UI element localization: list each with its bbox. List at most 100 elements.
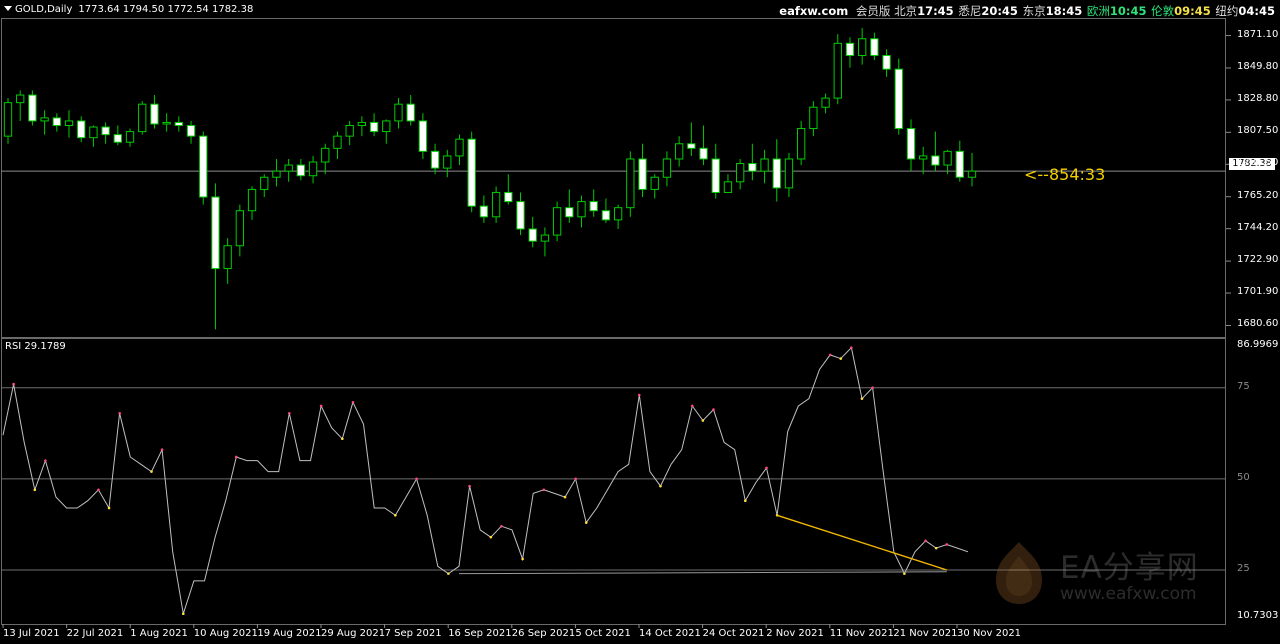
- candle-body: [882, 54, 891, 70]
- candle-body: [735, 163, 745, 183]
- price-tick-label: 1871.10: [1237, 28, 1279, 40]
- rsi-high-marker: [351, 401, 355, 404]
- price-tick-label: 1765.20: [1237, 189, 1279, 201]
- newyork-label: 纽约: [1215, 4, 1239, 18]
- candle-body: [3, 102, 13, 137]
- candle-body: [125, 131, 135, 143]
- date-tick-label: 29 Aug 2021: [321, 628, 386, 639]
- candle-body: [272, 170, 281, 178]
- collapse-triangle-icon[interactable]: [4, 6, 12, 11]
- candle-body: [491, 191, 501, 218]
- price-tick-label: 1744.20: [1237, 221, 1279, 233]
- beijing-label: 北京: [894, 4, 918, 18]
- watermark-logo-icon: [996, 542, 1042, 604]
- watermark: EA分享网 www.eafxw.com: [988, 540, 1248, 610]
- rsi-low-marker: [839, 357, 843, 360]
- candle-body: [552, 207, 562, 236]
- candle-body: [967, 170, 977, 178]
- newyork-time: 04:45: [1238, 4, 1275, 18]
- candle-body: [601, 210, 611, 221]
- rsi-low-marker: [107, 506, 111, 510]
- candle-body: [674, 143, 684, 160]
- candle-body: [443, 155, 452, 169]
- date-tick-label: 30 Nov 2021: [957, 628, 1022, 639]
- candle-body: [772, 158, 781, 189]
- price-tick-label: 1828.80: [1237, 92, 1279, 104]
- candle-body: [138, 103, 147, 133]
- candle-body: [516, 201, 525, 230]
- rsi-low-marker: [860, 397, 864, 400]
- date-tick-label: 24 Oct 2021: [702, 628, 765, 639]
- watermark-text: EA分享网: [1060, 550, 1199, 586]
- candle-body: [394, 103, 403, 122]
- date-tick-label: 13 Jul 2021: [3, 628, 60, 639]
- candle-body: [406, 103, 415, 122]
- candle-body: [418, 120, 428, 152]
- date-tick-label: 1 Aug 2021: [130, 628, 188, 639]
- rsi-high-marker: [924, 539, 927, 543]
- candle-body: [113, 134, 122, 143]
- date-tick-label: 26 Sep 2021: [511, 628, 576, 639]
- candle-body: [650, 176, 659, 190]
- rsi-high-marker: [118, 411, 121, 415]
- rsi-divergence-line: [776, 514, 948, 571]
- rsi-low-marker: [584, 521, 588, 524]
- candle-body: [565, 207, 574, 218]
- date-tick-label: 22 Jul 2021: [66, 628, 124, 639]
- sydney-label: 悉尼: [958, 4, 982, 18]
- london-time: 09:45: [1174, 4, 1211, 18]
- rsi-low-marker: [659, 484, 662, 488]
- tokyo-time: 18:45: [1045, 4, 1083, 18]
- candle-body: [235, 210, 245, 247]
- symbol-label: GOLD,Daily: [15, 4, 73, 15]
- chart-window[interactable]: GOLD,Daily 1773.64 1794.50 1772.54 1782.3…: [0, 0, 1280, 644]
- rsi-high-marker: [234, 455, 238, 459]
- candle-body: [455, 138, 464, 157]
- date-tick-label: 2 Nov 2021: [766, 628, 824, 639]
- europe-time: 10:45: [1109, 4, 1147, 18]
- candle-body: [504, 191, 513, 203]
- candle-body: [369, 121, 379, 133]
- candle-body: [528, 228, 537, 242]
- candle-body: [467, 138, 476, 207]
- candle-body: [784, 158, 794, 189]
- date-tick-label: 11 Nov 2021: [829, 628, 894, 639]
- candle-body: [687, 143, 696, 149]
- world-clock-bar: eafxw.com 会员版 北京17:45 悉尼20:45 东京18:45 欧洲…: [779, 3, 1276, 19]
- rsi-high-marker: [828, 353, 832, 357]
- rsi-high-marker: [12, 382, 15, 386]
- rsi-high-marker: [945, 543, 949, 546]
- rsi-high-marker: [712, 408, 715, 411]
- symbol-header: GOLD,Daily 1773.64 1794.50 1772.54 1782.3…: [4, 4, 253, 15]
- date-tick-label: 21 Nov 2021: [893, 628, 958, 639]
- rsi-high-marker: [637, 393, 641, 397]
- candle-body: [833, 42, 842, 99]
- rsi-high-marker: [468, 484, 471, 488]
- rsi-high-marker: [542, 488, 546, 492]
- price-tick-label: 1849.80: [1237, 60, 1279, 72]
- member-label: 会员版: [855, 4, 891, 18]
- candle-body: [845, 42, 855, 56]
- price-tick-label: 1722.90: [1237, 254, 1279, 266]
- rsi-low-marker: [744, 499, 747, 503]
- candle-body: [748, 163, 757, 172]
- rsi-low-marker: [701, 419, 705, 422]
- rsi-tick-label: 75: [1237, 380, 1250, 392]
- date-tick-label: 19 Aug 2021: [257, 628, 322, 639]
- candle-body: [40, 117, 49, 122]
- candle-body: [223, 245, 232, 270]
- rsi-low-marker: [341, 437, 344, 441]
- candle-body: [28, 94, 37, 122]
- rsi-low-marker: [521, 557, 524, 561]
- europe-label: 欧洲: [1086, 4, 1110, 18]
- date-tick-label: 16 Sep 2021: [448, 628, 512, 639]
- candle-body: [858, 38, 867, 56]
- sydney-time: 20:45: [981, 4, 1018, 18]
- rsi-high-marker: [44, 459, 47, 462]
- candle-body: [64, 120, 74, 126]
- candle-body: [626, 158, 635, 209]
- date-tick-label: 7 Sep 2021: [384, 628, 442, 639]
- candle-body: [247, 188, 257, 212]
- candle-body: [16, 94, 25, 104]
- candle-body: [943, 150, 952, 166]
